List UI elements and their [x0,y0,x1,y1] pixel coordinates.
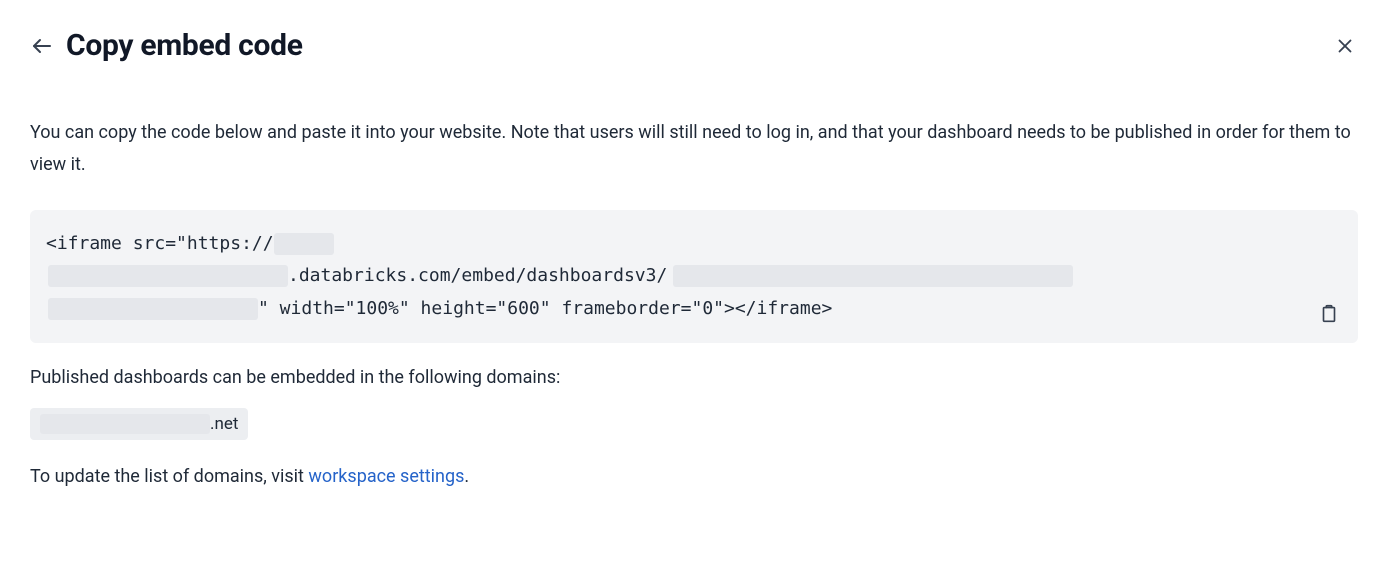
code-text: .databricks.com/embed/dashboardsv3/ [288,265,667,286]
code-line-2: .databricks.com/embed/dashboardsv3/ [46,260,1308,292]
footer-prefix: To update the list of domains, visit [30,466,308,487]
footer-suffix: . [464,466,469,487]
arrow-left-icon [30,34,54,58]
domains-intro: Published dashboards can be embedded in … [30,367,1358,388]
domain-suffix: .net [210,414,238,434]
redacted-domain [40,414,210,434]
description-text: You can copy the code below and paste it… [30,117,1358,180]
footer-text: To update the list of domains, visit wor… [30,466,1358,487]
redacted-segment [673,265,1073,287]
code-line-3: " width="100%" height="600" frameborder=… [46,293,1308,325]
close-button[interactable] [1332,33,1358,59]
workspace-settings-link[interactable]: workspace settings [308,466,464,487]
code-text: " [258,298,269,319]
header-left: Copy embed code [30,28,303,63]
dialog-header: Copy embed code [30,28,1358,63]
embed-code-block: <iframe src="https:// .databricks.com/em… [30,210,1358,343]
code-text: width="100%" height="600" frameborder="0… [269,298,833,319]
redacted-segment [274,233,334,255]
redacted-segment [48,265,288,287]
domain-chip: .net [30,408,248,440]
back-button[interactable] [30,34,54,58]
dialog-title: Copy embed code [66,28,303,63]
copy-button[interactable] [1318,303,1340,325]
redacted-segment [48,298,258,320]
code-text: <iframe src="https:// [46,233,274,254]
close-icon [1334,35,1356,57]
code-line-1: <iframe src="https:// [46,228,1308,260]
clipboard-icon [1318,303,1340,325]
